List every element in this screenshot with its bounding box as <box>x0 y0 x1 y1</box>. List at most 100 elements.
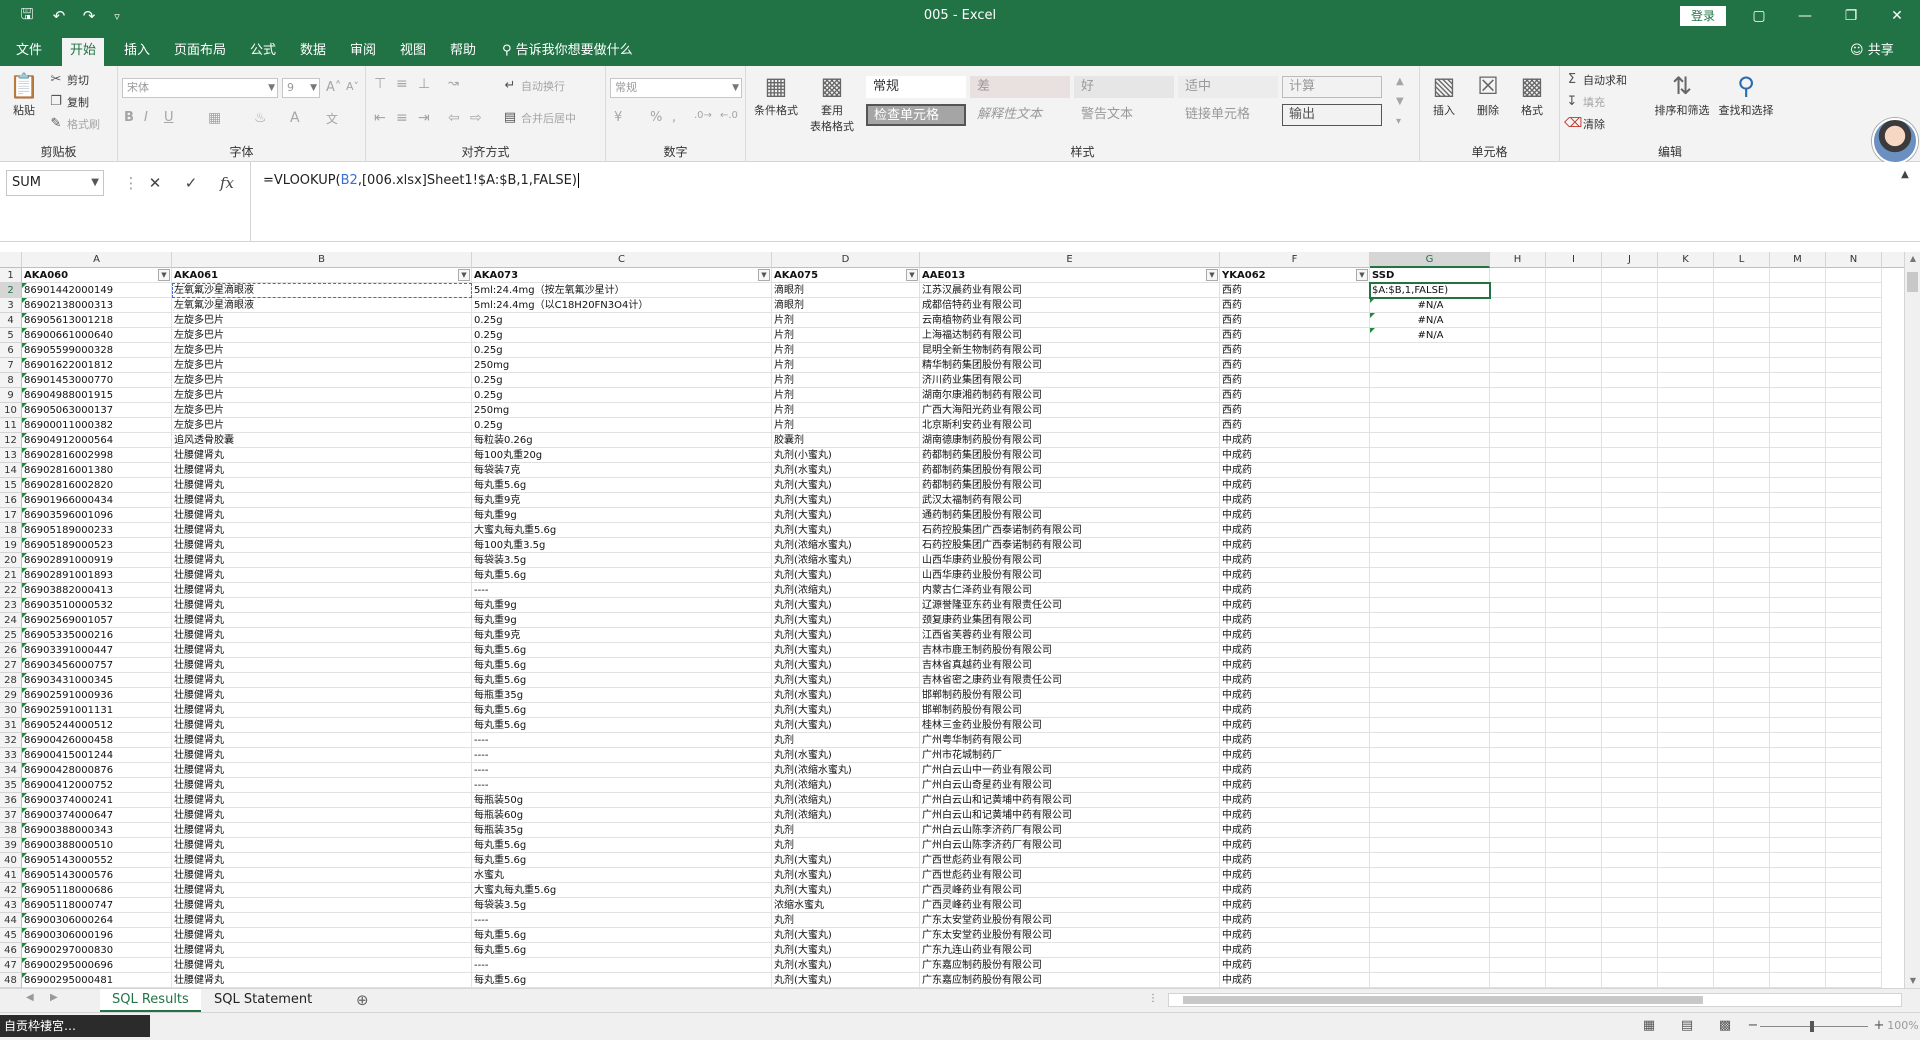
table-cell[interactable] <box>1370 793 1490 808</box>
phonetic-icon[interactable]: 文 <box>326 110 338 127</box>
empty-cell[interactable] <box>1770 373 1826 388</box>
empty-cell[interactable] <box>1770 328 1826 343</box>
table-cell[interactable]: 丸剂(浓缩丸) <box>772 778 920 793</box>
empty-cell[interactable] <box>1546 373 1602 388</box>
empty-cell[interactable] <box>1490 793 1546 808</box>
empty-cell[interactable] <box>1714 673 1770 688</box>
table-cell[interactable]: 中成药 <box>1220 778 1370 793</box>
decrease-decimal-icon[interactable]: ←.0 <box>720 110 738 121</box>
empty-cell[interactable] <box>1490 733 1546 748</box>
table-cell[interactable]: 壮腰健肾丸 <box>172 478 472 493</box>
empty-cell[interactable] <box>1546 733 1602 748</box>
style-output[interactable]: 输出 <box>1282 104 1382 126</box>
prev-sheet-icon[interactable]: ◀ <box>26 992 34 1003</box>
table-cell[interactable]: 86905189000233 <box>22 523 172 538</box>
table-cell[interactable]: 壮腰健肾丸 <box>172 838 472 853</box>
empty-cell[interactable] <box>1826 343 1882 358</box>
empty-cell[interactable] <box>1602 463 1658 478</box>
empty-cell[interactable] <box>1658 598 1714 613</box>
table-cell[interactable]: 86905143000552 <box>22 853 172 868</box>
table-cell[interactable]: 壮腰健肾丸 <box>172 763 472 778</box>
table-cell[interactable]: 壮腰健肾丸 <box>172 553 472 568</box>
empty-cell[interactable] <box>1546 703 1602 718</box>
empty-cell[interactable] <box>1826 883 1882 898</box>
empty-cell[interactable] <box>1490 418 1546 433</box>
empty-cell[interactable] <box>1602 583 1658 598</box>
table-cell[interactable]: 中成药 <box>1220 733 1370 748</box>
empty-cell[interactable] <box>1770 943 1826 958</box>
table-cell[interactable]: 每丸重5.6g <box>472 853 772 868</box>
table-cell[interactable]: 片剂 <box>772 343 920 358</box>
table-cell[interactable]: #N/A <box>1370 328 1490 343</box>
empty-cell[interactable] <box>1602 838 1658 853</box>
empty-cell[interactable] <box>1826 703 1882 718</box>
table-cell[interactable] <box>1370 748 1490 763</box>
table-cell[interactable]: ---- <box>472 748 772 763</box>
table-cell[interactable]: 西药 <box>1220 403 1370 418</box>
table-cell[interactable]: 壮腰健肾丸 <box>172 643 472 658</box>
table-cell[interactable]: 丸剂(大蜜丸) <box>772 598 920 613</box>
row-header[interactable]: 11 <box>0 418 22 433</box>
row-header[interactable]: 26 <box>0 643 22 658</box>
empty-cell[interactable] <box>1770 973 1826 988</box>
currency-icon[interactable]: ¥ <box>614 110 622 125</box>
empty-cell[interactable] <box>1658 478 1714 493</box>
table-cell[interactable]: 壮腰健肾丸 <box>172 703 472 718</box>
empty-cell[interactable] <box>1490 283 1546 298</box>
table-cell[interactable]: 86902816001380 <box>22 463 172 478</box>
row-header[interactable]: 15 <box>0 478 22 493</box>
row-header[interactable]: 27 <box>0 658 22 673</box>
table-cell[interactable]: 左旋多巴片 <box>172 418 472 433</box>
empty-cell[interactable] <box>1602 298 1658 313</box>
table-cell[interactable] <box>1370 958 1490 973</box>
empty-cell[interactable] <box>1602 343 1658 358</box>
table-cell[interactable]: 每丸重9克 <box>472 628 772 643</box>
column-header-d[interactable]: D <box>772 252 920 268</box>
empty-cell[interactable] <box>1546 793 1602 808</box>
empty-cell[interactable] <box>1602 478 1658 493</box>
row-header[interactable]: 33 <box>0 748 22 763</box>
increase-indent-icon[interactable]: ⇨ <box>470 110 482 126</box>
table-cell[interactable]: 壮腰健肾丸 <box>172 733 472 748</box>
table-cell[interactable]: 壮腰健肾丸 <box>172 898 472 913</box>
empty-cell[interactable] <box>1714 538 1770 553</box>
table-cell[interactable]: 丸剂(大蜜丸) <box>772 493 920 508</box>
table-cell[interactable]: 壮腰健肾丸 <box>172 463 472 478</box>
empty-cell[interactable] <box>1826 688 1882 703</box>
table-cell[interactable]: 中成药 <box>1220 748 1370 763</box>
row-header[interactable]: 16 <box>0 493 22 508</box>
empty-cell[interactable] <box>1826 748 1882 763</box>
empty-cell[interactable] <box>1546 898 1602 913</box>
table-cell[interactable]: 每瓶装60g <box>472 808 772 823</box>
empty-cell[interactable] <box>1770 898 1826 913</box>
cancel-icon[interactable]: ✕ <box>142 170 168 196</box>
table-cell[interactable]: 壮腰健肾丸 <box>172 913 472 928</box>
empty-cell[interactable] <box>1490 463 1546 478</box>
empty-cell[interactable] <box>1490 583 1546 598</box>
empty-cell[interactable] <box>1658 793 1714 808</box>
table-cell[interactable]: 中成药 <box>1220 898 1370 913</box>
table-cell[interactable] <box>1370 898 1490 913</box>
table-cell[interactable]: 丸剂(大蜜丸) <box>772 928 920 943</box>
column-header-k[interactable]: K <box>1658 252 1714 268</box>
empty-cell[interactable] <box>1714 973 1770 988</box>
empty-cell[interactable] <box>1770 808 1826 823</box>
empty-cell[interactable] <box>1658 673 1714 688</box>
row-header[interactable]: 48 <box>0 973 22 988</box>
empty-cell[interactable] <box>1602 613 1658 628</box>
table-cell[interactable]: ---- <box>472 778 772 793</box>
table-cell[interactable]: 药都制药集团股份有限公司 <box>920 478 1220 493</box>
empty-cell[interactable] <box>1490 388 1546 403</box>
empty-cell[interactable] <box>1826 613 1882 628</box>
empty-cell[interactable] <box>1658 778 1714 793</box>
empty-cell[interactable] <box>1826 403 1882 418</box>
filter-dropdown-icon[interactable]: ▼ <box>458 269 470 281</box>
empty-cell[interactable] <box>1770 583 1826 598</box>
table-cell[interactable]: 壮腰健肾丸 <box>172 748 472 763</box>
empty-cell[interactable] <box>1714 493 1770 508</box>
filter-dropdown-icon[interactable]: ▼ <box>1206 269 1218 281</box>
empty-cell[interactable] <box>1546 343 1602 358</box>
empty-cell[interactable] <box>1602 673 1658 688</box>
avatar[interactable] <box>1872 118 1918 164</box>
empty-cell[interactable] <box>1658 718 1714 733</box>
